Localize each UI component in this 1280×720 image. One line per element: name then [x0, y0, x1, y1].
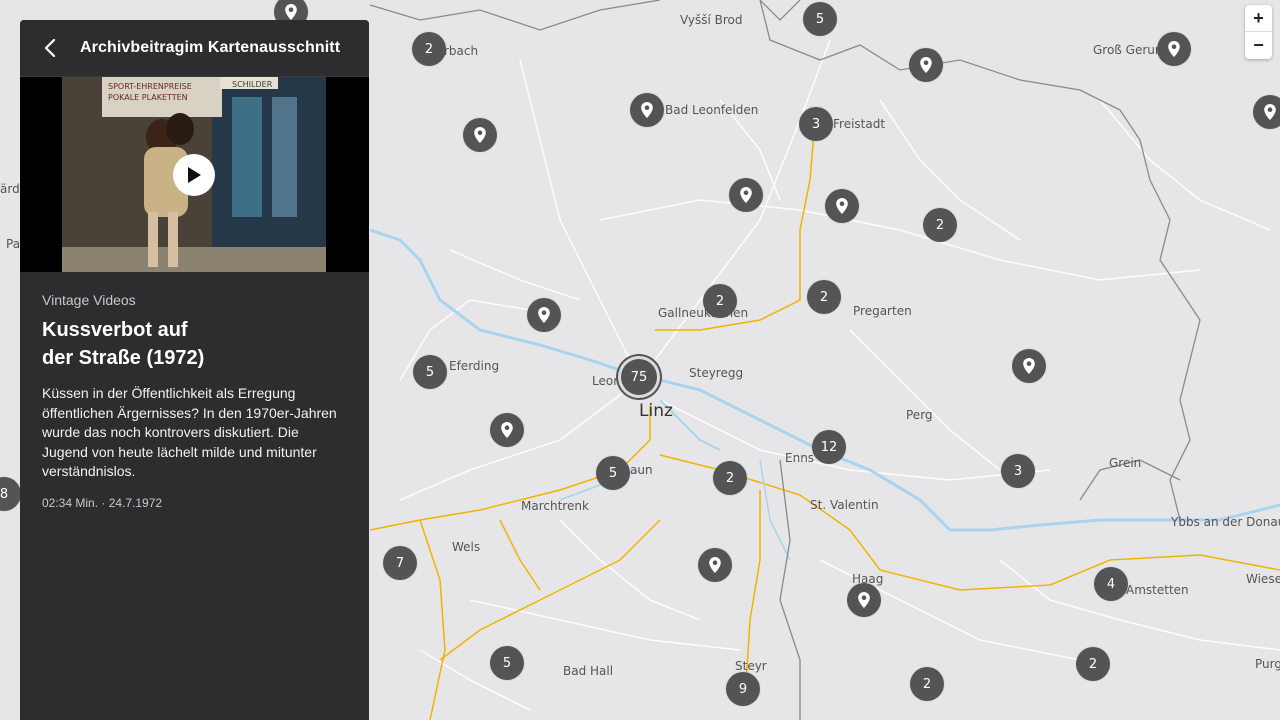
cluster-marker[interactable]: 2 — [713, 461, 747, 495]
video-player[interactable]: SPORT-EHRENPREISE POKALE PLAKETTEN SCHIL… — [20, 77, 369, 272]
video-headline: Kussverbot auf der Straße (1972) — [42, 319, 205, 369]
place-label: Eferding — [449, 359, 500, 373]
location-pin-icon — [836, 198, 848, 214]
place-label: Ybbs an der Donau — [1171, 515, 1280, 529]
location-pin-icon — [1168, 41, 1180, 57]
location-pin-icon — [1023, 358, 1035, 374]
cluster-marker[interactable]: 2 — [703, 284, 737, 318]
place-label: Bad Hall — [563, 664, 614, 678]
location-pin-marker[interactable] — [825, 189, 859, 223]
cluster-marker[interactable]: 75 — [621, 359, 657, 395]
location-pin-icon — [474, 127, 486, 143]
place-label: Steyregg — [689, 366, 744, 380]
cluster-marker[interactable]: 4 — [1094, 567, 1128, 601]
place-label: Steyr — [735, 659, 767, 673]
location-pin-icon — [920, 57, 932, 73]
place-label: Enns — [785, 451, 815, 465]
place-label: aun — [630, 463, 653, 477]
place-label: St. Valentin — [810, 498, 879, 512]
place-label: Perg — [906, 408, 933, 422]
location-pin-marker[interactable] — [1157, 32, 1191, 66]
cluster-marker[interactable]: 2 — [807, 280, 841, 314]
location-pin-marker[interactable] — [698, 548, 732, 582]
location-pin-icon — [538, 307, 550, 323]
location-pin-marker[interactable] — [463, 118, 497, 152]
place-label: Amstetten — [1126, 583, 1189, 597]
video-description: Küssen in der Öffentlichkeit als Erregun… — [42, 385, 337, 479]
cluster-marker[interactable]: 7 — [383, 546, 417, 580]
panel-title: Archivbeitragim Kartenausschnitt — [80, 39, 341, 56]
place-label: Wels — [452, 540, 481, 554]
video-meta: 02:34 Min. · 24.7.1972 — [42, 495, 163, 510]
panel-header: Archivbeitragim Kartenausschnitt — [20, 20, 369, 77]
archive-panel: Archivbeitragim Kartenausschnitt SPORT-E… — [20, 20, 369, 720]
category-label: Vintage Videos — [42, 292, 136, 308]
cluster-marker[interactable]: 5 — [413, 355, 447, 389]
place-label: Vyšší Brod — [680, 13, 743, 27]
cluster-marker[interactable]: 12 — [812, 430, 846, 464]
cluster-marker[interactable]: 5 — [490, 646, 524, 680]
place-label: Bad Leonfelden — [665, 103, 759, 117]
location-pin-marker[interactable] — [490, 413, 524, 447]
cluster-marker[interactable]: 3 — [799, 107, 833, 141]
cluster-marker[interactable]: 5 — [803, 2, 837, 36]
cluster-marker[interactable]: 2 — [412, 32, 446, 66]
location-pin-marker[interactable] — [909, 48, 943, 82]
cluster-marker[interactable]: 2 — [923, 208, 957, 242]
location-pin-icon — [740, 187, 752, 203]
chevron-left-icon — [44, 39, 56, 57]
location-pin-marker[interactable] — [630, 93, 664, 127]
place-label: Purgs — [1255, 657, 1280, 671]
play-button[interactable] — [173, 154, 215, 196]
location-pin-icon — [858, 592, 870, 608]
panel-body: Vintage Videos Kussverbot auf der Straße… — [20, 272, 369, 530]
cluster-marker[interactable]: 9 — [726, 672, 760, 706]
play-icon — [188, 167, 201, 183]
location-pin-icon — [1264, 104, 1276, 120]
location-pin-icon — [709, 557, 721, 573]
place-label: Pregarten — [853, 304, 912, 318]
location-pin-marker[interactable] — [1012, 349, 1046, 383]
cluster-marker[interactable]: 5 — [596, 456, 630, 490]
place-label: Marchtrenk — [521, 499, 589, 513]
thumbnail-sign-text: SPORT-EHRENPREISE — [108, 82, 192, 91]
location-pin-marker[interactable] — [527, 298, 561, 332]
location-pin-marker[interactable] — [847, 583, 881, 617]
location-pin-marker[interactable] — [1253, 95, 1280, 129]
thumbnail-sign-text: POKALE PLAKETTEN — [108, 93, 188, 102]
place-label: Freistadt — [833, 117, 886, 131]
place-label: rbach — [444, 44, 479, 58]
cluster-marker[interactable]: 2 — [1076, 647, 1110, 681]
zoom-control: + − — [1245, 5, 1272, 59]
cluster-marker[interactable]: 3 — [1001, 454, 1035, 488]
back-button[interactable] — [20, 20, 80, 76]
zoom-in-button[interactable]: + — [1245, 5, 1272, 32]
place-label: Wiesel — [1246, 572, 1280, 586]
thumbnail-sign-text: SCHILDER — [232, 80, 273, 89]
location-pin-icon — [285, 4, 297, 20]
location-pin-icon — [641, 102, 653, 118]
place-label: Linz — [639, 401, 673, 421]
zoom-out-button[interactable]: − — [1245, 32, 1272, 59]
cluster-marker[interactable]: 2 — [910, 667, 944, 701]
location-pin-icon — [501, 422, 513, 438]
place-label: Grein — [1109, 456, 1142, 470]
location-pin-marker[interactable] — [729, 178, 763, 212]
